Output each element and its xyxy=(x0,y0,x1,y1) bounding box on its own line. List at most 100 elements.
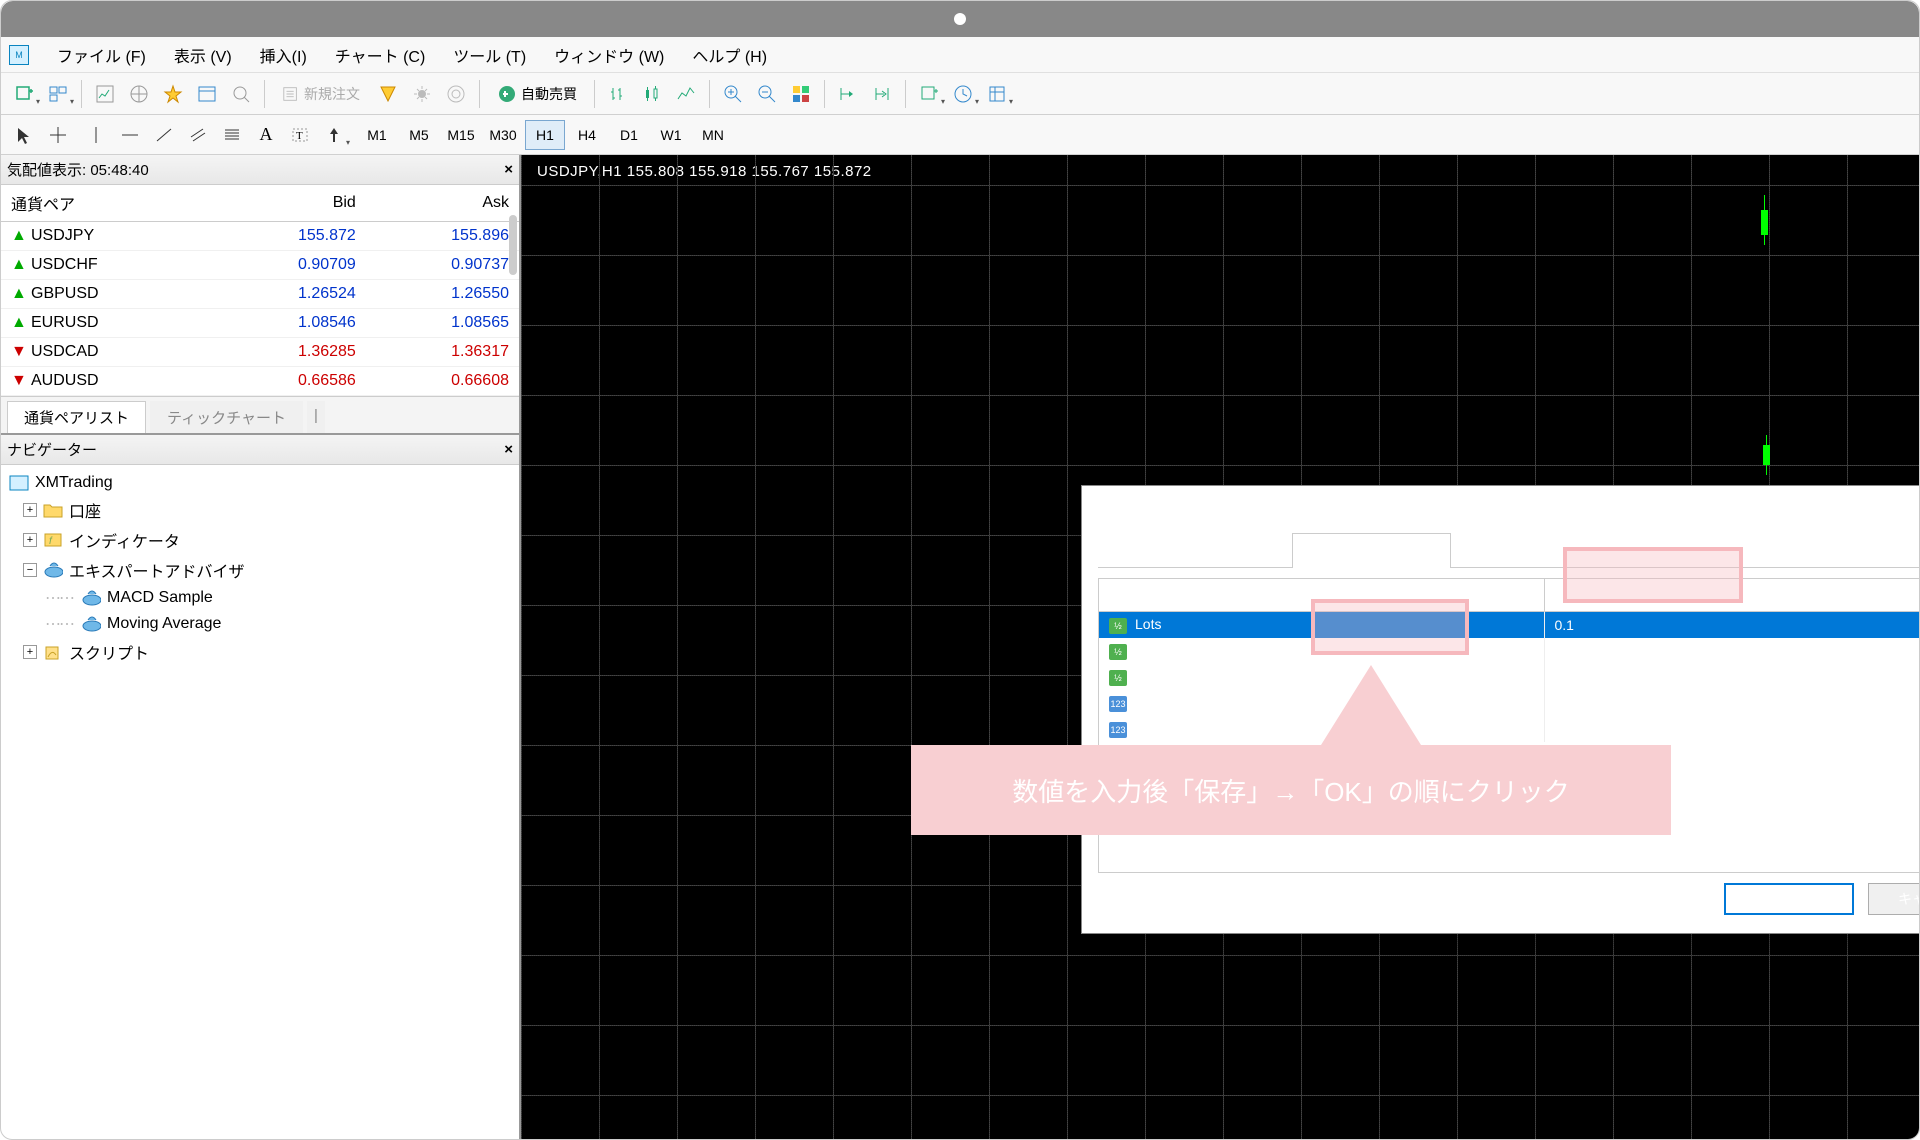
mw-tab-symbols[interactable]: 通貨ペアリスト xyxy=(7,401,146,433)
menubar: M ファイル (F) 表示 (V) 挿入(I) チャート (C) ツール (T)… xyxy=(1,37,1919,73)
menu-window[interactable]: ウィンドウ (W) xyxy=(554,43,664,67)
tree-ea[interactable]: − エキスパートアドバイザ xyxy=(9,555,511,585)
tree-root[interactable]: XMTrading xyxy=(9,471,511,495)
callout-arrow-icon xyxy=(1321,665,1421,745)
mw-col-ask[interactable]: Ask xyxy=(366,185,519,222)
zoom-out-button[interactable] xyxy=(752,79,782,109)
fullscreen-button[interactable] xyxy=(441,79,471,109)
templates-button[interactable]: ▾ xyxy=(982,79,1012,109)
timeframe-m5[interactable]: M5 xyxy=(399,120,439,150)
folder-icon xyxy=(43,501,63,519)
timeframe-m1[interactable]: M1 xyxy=(357,120,397,150)
mw-row-eurusd[interactable]: ▲EURUSD1.085461.08565 xyxy=(1,309,519,338)
mw-row-usdcad[interactable]: ▼USDCAD1.362851.36317 xyxy=(1,338,519,367)
timeframe-d1[interactable]: D1 xyxy=(609,120,649,150)
vertical-line-button[interactable] xyxy=(81,120,111,150)
mw-row-usdchf[interactable]: ▲USDCHF0.907090.90737 xyxy=(1,251,519,280)
market-watch-scrollbar[interactable] xyxy=(509,215,517,275)
candle-chart-button[interactable] xyxy=(637,79,667,109)
equidistant-channel-button[interactable] xyxy=(183,120,213,150)
mw-row-gbpusd[interactable]: ▲GBPUSD1.265241.26550 xyxy=(1,280,519,309)
menu-file[interactable]: ファイル (F) xyxy=(57,43,146,67)
fibonacci-button[interactable] xyxy=(217,120,247,150)
mw-row-usdjpy[interactable]: ▲USDJPY155.872155.896 xyxy=(1,222,519,251)
param-row[interactable]: 123MovingShift6 xyxy=(1099,716,1920,742)
expand-icon[interactable]: + xyxy=(23,533,37,547)
param-row[interactable]: ½MaximumRisk0.02 xyxy=(1099,638,1920,664)
profiles-button[interactable]: ▾ xyxy=(43,79,73,109)
text-label-button[interactable]: T xyxy=(285,120,315,150)
timeframe-mn[interactable]: MN xyxy=(693,120,733,150)
chart-area[interactable]: USDJPY,H1 155.808 155.918 155.767 155.87… xyxy=(521,155,1919,1139)
param-type-icon: ½ xyxy=(1109,644,1127,660)
tree-script[interactable]: + スクリプト xyxy=(9,637,511,667)
text-button[interactable]: A xyxy=(251,120,281,150)
dialog-tab-version[interactable]: バージョン情報 xyxy=(1098,532,1230,567)
timeframe-w1[interactable]: W1 xyxy=(651,120,691,150)
tile-windows-button[interactable] xyxy=(786,79,816,109)
dialog-tab-general[interactable]: 全般 xyxy=(1230,532,1292,567)
trend-down-icon: ▼ xyxy=(11,372,25,386)
menu-insert[interactable]: 挿入(I) xyxy=(260,43,307,67)
menu-chart[interactable]: チャート (C) xyxy=(335,43,426,67)
tree-indicator[interactable]: + f インディケータ xyxy=(9,525,511,555)
instruction-callout: 数値を入力後「保存」→「OK」の順にクリック xyxy=(911,745,1671,835)
tree-script-label: スクリプト xyxy=(69,640,149,664)
horizontal-line-button[interactable] xyxy=(115,120,145,150)
navigator-close-icon[interactable]: × xyxy=(504,441,513,458)
mw-tab-more[interactable]: | xyxy=(307,401,325,433)
trendline-button[interactable] xyxy=(149,120,179,150)
mw-col-pair[interactable]: 通貨ペア xyxy=(1,185,213,222)
data-window-button[interactable] xyxy=(124,79,154,109)
param-row[interactable]: ½Lots0.1 xyxy=(1099,612,1920,639)
line-chart-button[interactable] xyxy=(671,79,701,109)
auto-trade-label: 自動売買 xyxy=(521,84,577,104)
arrows-button[interactable]: ▾ xyxy=(319,120,349,150)
collapse-icon[interactable]: − xyxy=(23,563,37,577)
param-row[interactable]: 123MovingPeriod12 xyxy=(1099,690,1920,716)
timeframe-h4[interactable]: H4 xyxy=(567,120,607,150)
expand-icon[interactable]: + xyxy=(23,503,37,517)
callout-text: 数値を入力後「保存」→「OK」の順にクリック xyxy=(1012,772,1570,809)
strategy-tester-button[interactable] xyxy=(226,79,256,109)
indicators-button[interactable]: ▾ xyxy=(914,79,944,109)
terminal-button[interactable] xyxy=(192,79,222,109)
tree-root-label: XMTrading xyxy=(35,474,113,492)
mw-col-bid[interactable]: Bid xyxy=(213,185,366,222)
tree-ea-item[interactable]: ⋯⋯MACD Sample xyxy=(9,585,511,611)
cursor-button[interactable] xyxy=(9,120,39,150)
market-watch-button[interactable] xyxy=(90,79,120,109)
navigator-button[interactable] xyxy=(158,79,188,109)
market-watch-close-icon[interactable]: × xyxy=(504,161,513,178)
mw-row-audusd[interactable]: ▼AUDUSD0.665860.66608 xyxy=(1,367,519,396)
metaeditor-button[interactable] xyxy=(373,79,403,109)
timeframe-m15[interactable]: M15 xyxy=(441,120,481,150)
menu-help[interactable]: ヘルプ (H) xyxy=(692,43,767,67)
periodicity-button[interactable]: ▾ xyxy=(948,79,978,109)
auto-trade-button[interactable]: 自動売買 xyxy=(488,79,586,109)
new-chart-button[interactable]: ▾ xyxy=(9,79,39,109)
options-button[interactable] xyxy=(407,79,437,109)
timeframe-h1[interactable]: H1 xyxy=(525,120,565,150)
market-watch-table: 通貨ペア Bid Ask ▲USDJPY155.872155.896▲USDCH… xyxy=(1,185,519,396)
menu-tool[interactable]: ツール (T) xyxy=(453,43,526,67)
autoscroll-button[interactable] xyxy=(867,79,897,109)
svg-text:T: T xyxy=(296,130,303,142)
tree-ea-item[interactable]: ⋯⋯Moving Average xyxy=(9,611,511,637)
cancel-button[interactable]: キャンセル xyxy=(1868,883,1920,915)
param-row[interactable]: ½DecreaseFactor3.0 xyxy=(1099,664,1920,690)
trend-up-icon: ▲ xyxy=(11,285,25,299)
crosshair-button[interactable] xyxy=(43,120,73,150)
ea-item-icon xyxy=(81,615,101,633)
mw-tab-tick[interactable]: ティックチャート xyxy=(150,401,303,433)
zoom-in-button[interactable] xyxy=(718,79,748,109)
shift-chart-button[interactable] xyxy=(833,79,863,109)
dialog-tab-params[interactable]: パラメーターの入力 xyxy=(1292,533,1452,568)
new-order-button[interactable]: 新規注文 xyxy=(273,79,369,109)
expand-icon[interactable]: + xyxy=(23,645,37,659)
bar-chart-button[interactable] xyxy=(603,79,633,109)
tree-account[interactable]: + 口座 xyxy=(9,495,511,525)
ok-button[interactable]: OK xyxy=(1724,883,1854,915)
timeframe-m30[interactable]: M30 xyxy=(483,120,523,150)
menu-view[interactable]: 表示 (V) xyxy=(174,43,232,67)
